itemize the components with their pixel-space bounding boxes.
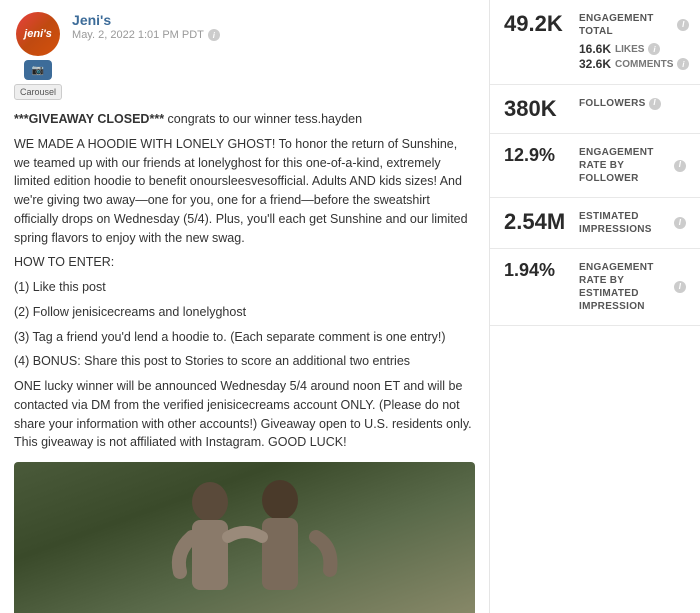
content-line-8: ONE lucky winner will be announced Wedne…: [14, 377, 475, 452]
content-line-2: WE MADE A HOODIE WITH LONELY GHOST! To h…: [14, 135, 475, 248]
engagement-rate-impression-label: ENGAGEMENT RATE BY ESTIMATED IMPRESSION …: [579, 261, 686, 313]
engagement-total-info-icon[interactable]: i: [677, 19, 689, 31]
engagement-rate-impression-value: 1.94%: [504, 261, 569, 281]
likes-value: 16.6K: [579, 42, 611, 56]
followers-details: FOLLOWERS i: [579, 97, 686, 110]
sub-metrics: 16.6K LIKES i 32.6K COMMENTS i: [579, 42, 689, 71]
engagement-total-value: 49.2K: [504, 12, 569, 36]
engagement-total-metric: 49.2K ENGAGEMENT TOTAL i 16.6K LIKES i 3…: [490, 0, 700, 85]
likes-label: LIKES: [615, 44, 644, 55]
likes-metric: 16.6K LIKES i: [579, 42, 689, 56]
engagement-rate-follower-info-icon[interactable]: i: [674, 160, 686, 172]
instagram-icon: 📷: [32, 65, 44, 76]
engagement-total-details: ENGAGEMENT TOTAL i 16.6K LIKES i 32.6K C…: [579, 12, 689, 72]
engagement-rate-follower-value: 12.9%: [504, 146, 569, 166]
content-line-3: HOW TO ENTER:: [14, 253, 475, 272]
engagement-rate-follower-metric: 12.9% ENGAGEMENT RATE BY FOLLOWER i: [490, 134, 700, 198]
comments-info-icon[interactable]: i: [677, 58, 689, 70]
engagement-rate-impression-details: ENGAGEMENT RATE BY ESTIMATED IMPRESSION …: [579, 261, 686, 313]
content-line-7: (4) BONUS: Share this post to Stories to…: [14, 352, 475, 371]
avatar-text: jeni's: [24, 28, 52, 40]
avatar-container: jeni's 📷 Carousel: [14, 12, 62, 100]
date-info-icon[interactable]: i: [208, 29, 220, 41]
followers-value: 380K: [504, 97, 569, 121]
metrics-panel: 49.2K ENGAGEMENT TOTAL i 16.6K LIKES i 3…: [490, 0, 700, 613]
engagement-rate-follower-details: ENGAGEMENT RATE BY FOLLOWER i: [579, 146, 686, 185]
comments-value: 32.6K: [579, 57, 611, 71]
estimated-impressions-info-icon[interactable]: i: [674, 217, 686, 229]
engagement-total-label: ENGAGEMENT TOTAL i: [579, 12, 689, 38]
post-author[interactable]: Jeni's: [72, 12, 475, 28]
people-silhouette-svg: [125, 472, 365, 613]
engagement-rate-impression-metric: 1.94% ENGAGEMENT RATE BY ESTIMATED IMPRE…: [490, 249, 700, 326]
estimated-impressions-label: ESTIMATED IMPRESSIONS i: [579, 210, 686, 236]
followers-label: FOLLOWERS i: [579, 97, 686, 110]
content-line-5: (2) Follow jenisicecreams and lonelyghos…: [14, 303, 475, 322]
comments-metric: 32.6K COMMENTS i: [579, 57, 689, 71]
content-line-1: ***GIVEAWAY CLOSED*** congrats to our wi…: [14, 110, 475, 129]
post-image: [14, 462, 475, 613]
estimated-impressions-metric: 2.54M ESTIMATED IMPRESSIONS i: [490, 198, 700, 249]
estimated-impressions-details: ESTIMATED IMPRESSIONS i: [579, 210, 686, 236]
followers-info-icon[interactable]: i: [649, 98, 661, 110]
comments-label: COMMENTS: [615, 59, 673, 70]
post-header: jeni's 📷 Carousel Jeni's May. 2, 2022 1:…: [14, 12, 475, 100]
post-panel: jeni's 📷 Carousel Jeni's May. 2, 2022 1:…: [0, 0, 490, 613]
post-date: May. 2, 2022 1:01 PM PDT i: [72, 29, 475, 41]
estimated-impressions-value: 2.54M: [504, 210, 569, 234]
content-line-6: (3) Tag a friend you'd lend a hoodie to.…: [14, 328, 475, 347]
engagement-rate-follower-label: ENGAGEMENT RATE BY FOLLOWER i: [579, 146, 686, 185]
post-meta: Jeni's May. 2, 2022 1:01 PM PDT i: [72, 12, 475, 41]
post-type-badge: Carousel: [14, 84, 62, 100]
avatar: jeni's: [16, 12, 60, 56]
followers-metric: 380K FOLLOWERS i: [490, 85, 700, 134]
likes-info-icon[interactable]: i: [648, 43, 660, 55]
post-content: ***GIVEAWAY CLOSED*** congrats to our wi…: [14, 110, 475, 452]
engagement-rate-impression-info-icon[interactable]: i: [674, 281, 686, 293]
content-line-4: (1) Like this post: [14, 278, 475, 297]
platform-badge: 📷: [24, 60, 52, 80]
